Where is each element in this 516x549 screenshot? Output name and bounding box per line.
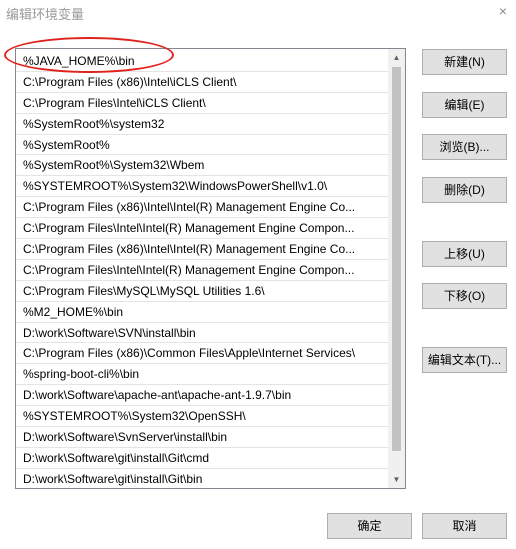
edit-text-button[interactable]: 编辑文本(T)... (422, 347, 507, 373)
delete-button[interactable]: 删除(D) (422, 177, 507, 203)
list-item[interactable]: %M2_HOME%\bin (16, 302, 388, 323)
list-item[interactable]: C:\Program Files (x86)\Intel\Intel(R) Ma… (16, 197, 388, 219)
cancel-button[interactable]: 取消 (422, 513, 507, 539)
list-item[interactable]: C:\Program Files (x86)\Common Files\Appl… (16, 343, 388, 365)
path-list: %JAVA_HOME%\bin C:\Program Files (x86)\In… (16, 51, 388, 488)
scroll-down-arrow-icon[interactable]: ▼ (388, 471, 405, 488)
window-title: 编辑环境变量 (6, 7, 85, 22)
list-item[interactable]: %spring-boot-cli%\bin (16, 364, 388, 386)
list-item[interactable]: C:\Program Files\MySQL\MySQL Utilities 1… (16, 281, 388, 302)
new-button[interactable]: 新建(N) (422, 49, 507, 75)
browse-button[interactable]: 浏览(B)... (422, 134, 507, 160)
close-icon[interactable]: × (496, 0, 510, 22)
list-item[interactable]: %SystemRoot% (16, 135, 388, 156)
list-item[interactable]: %SystemRoot%\system32 (16, 114, 388, 135)
list-item[interactable]: D:\work\Software\apache-ant\apache-ant-1… (16, 385, 388, 407)
vertical-scrollbar[interactable]: ▲ ▼ (388, 49, 405, 488)
scroll-up-arrow-icon[interactable]: ▲ (388, 49, 405, 66)
move-up-button[interactable]: 上移(U) (422, 241, 507, 267)
list-item[interactable]: D:\work\Software\git\install\Git\bin (16, 469, 388, 488)
list-item[interactable]: %SystemRoot%\System32\Wbem (16, 155, 388, 177)
move-down-button[interactable]: 下移(O) (422, 283, 507, 309)
list-item[interactable]: C:\Program Files\Intel\iCLS Client\ (16, 93, 388, 114)
list-item[interactable]: %SYSTEMROOT%\System32\OpenSSH\ (16, 406, 388, 428)
ok-button[interactable]: 确定 (327, 513, 412, 539)
list-item[interactable]: C:\Program Files\Intel\Intel(R) Manageme… (16, 260, 388, 281)
list-item[interactable]: C:\Program Files (x86)\Intel\Intel(R) Ma… (16, 239, 388, 260)
list-item[interactable]: D:\work\Software\git\install\Git\cmd (16, 448, 388, 469)
list-item[interactable]: D:\work\Software\SvnServer\install\bin (16, 427, 388, 448)
edit-button[interactable]: 编辑(E) (422, 92, 507, 118)
list-item[interactable]: D:\work\Software\SVN\install\bin (16, 323, 388, 344)
scrollbar-thumb[interactable] (392, 67, 401, 451)
path-listbox[interactable]: %JAVA_HOME%\bin C:\Program Files (x86)\In… (15, 48, 406, 489)
list-item[interactable]: %SYSTEMROOT%\System32\WindowsPowerShell\… (16, 176, 388, 198)
title-bar: 编辑环境变量 × (0, 0, 516, 26)
list-item[interactable]: C:\Program Files\Intel\Intel(R) Manageme… (16, 218, 388, 240)
list-item[interactable]: C:\Program Files (x86)\Intel\iCLS Client… (16, 72, 388, 93)
list-item[interactable]: %JAVA_HOME%\bin (16, 51, 388, 72)
